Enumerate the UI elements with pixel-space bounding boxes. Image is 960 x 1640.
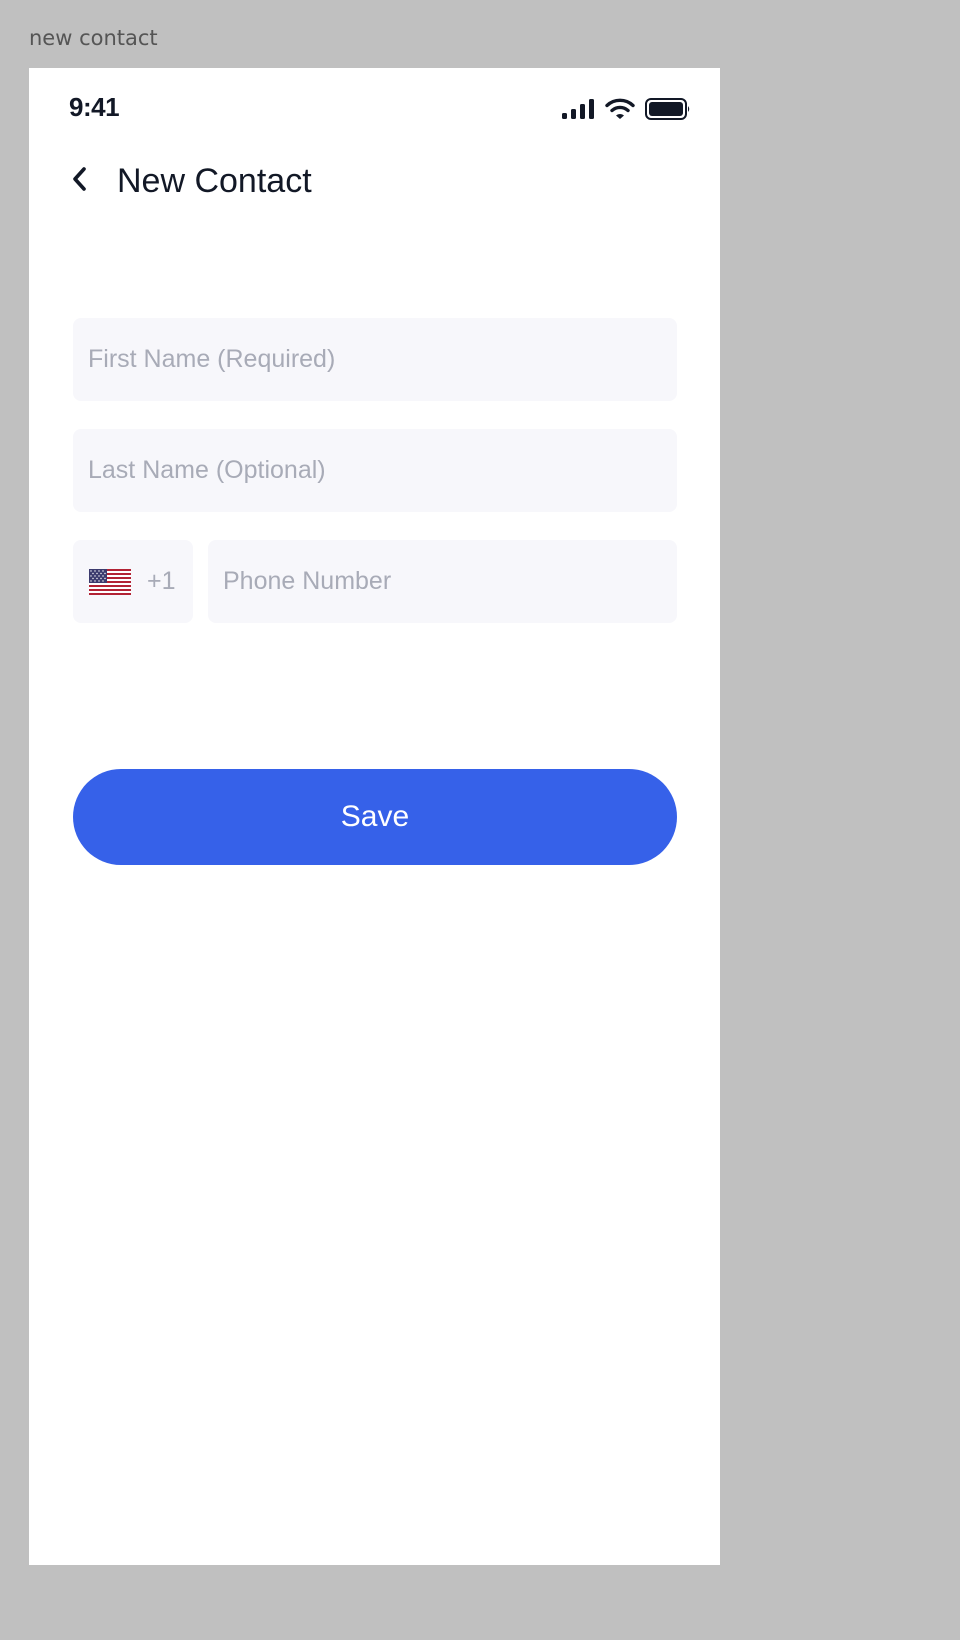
phone-field-container (208, 540, 677, 623)
status-icons (561, 98, 691, 124)
chevron-left-icon (70, 166, 90, 196)
phone-number-input[interactable] (208, 540, 677, 623)
frame-label: new contact (29, 26, 158, 50)
us-flag-icon (89, 568, 131, 595)
first-name-field-container (73, 318, 677, 401)
battery-icon (645, 98, 691, 124)
page-title: New Contact (117, 162, 312, 200)
wifi-icon (605, 98, 635, 124)
last-name-field-container (73, 429, 677, 512)
save-button[interactable]: Save (73, 769, 677, 865)
status-time: 9:41 (69, 92, 120, 122)
phone-screen: 9:41 New Contact First Name (Required) L… (29, 68, 720, 1565)
back-button[interactable] (63, 164, 97, 198)
first-name-input[interactable] (73, 318, 677, 401)
country-code-selector[interactable]: +1 (73, 540, 193, 623)
country-code-text: +1 (147, 567, 176, 595)
last-name-input[interactable] (73, 429, 677, 512)
signal-icon (561, 98, 595, 124)
